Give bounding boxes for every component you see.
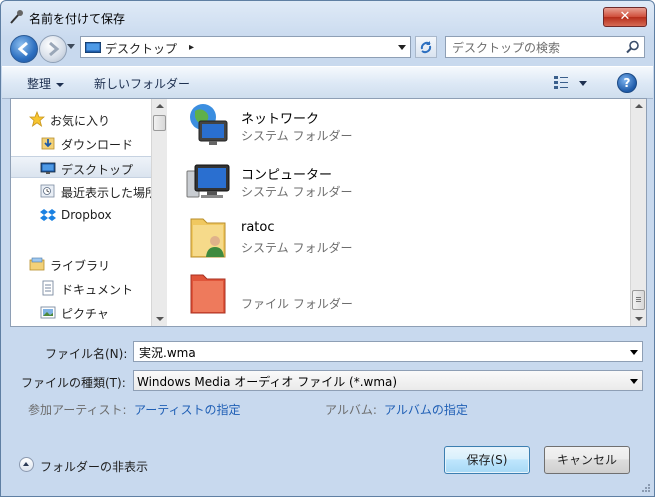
back-arrow-icon — [17, 41, 28, 57]
sidebar-item-label: デスクトップ — [61, 163, 134, 177]
save-as-dialog: 名前を付けて保存 ✕ デスクトップ ▸ デスクトップの検索 整理 新しいフォルダ… — [0, 0, 655, 497]
sidebar-item-desktop[interactable]: デスクトップ — [11, 156, 151, 178]
grip-icon — [636, 297, 641, 298]
computer-icon — [186, 164, 230, 198]
album-label: アルバム: — [325, 403, 377, 417]
browser-pane: お気に入り ダウンロード デスクトップ 最近表示した場所 Dropbox ライブ… — [10, 98, 647, 327]
file-list: ネットワーク システム フォルダー コンピューター システム フォルダー rat… — [169, 99, 631, 326]
new-folder-button[interactable]: 新しいフォルダー — [94, 75, 190, 92]
help-icon: ? — [623, 76, 631, 90]
command-toolbar: 整理 新しいフォルダー ? — [2, 66, 653, 99]
recent-places-icon — [40, 184, 55, 198]
search-box[interactable] — [445, 36, 645, 58]
organize-label: 整理 — [27, 77, 52, 91]
refresh-icon — [420, 41, 432, 54]
scroll-down-icon[interactable] — [635, 317, 643, 321]
scrollbar-thumb[interactable] — [632, 290, 645, 310]
filename-label: ファイル名(N): — [45, 347, 128, 361]
address-bar[interactable]: デスクトップ ▸ — [80, 36, 411, 58]
pictures-icon — [40, 306, 56, 319]
file-name: ネットワーク — [241, 112, 320, 127]
sidebar-item-documents[interactable]: ドキュメント — [11, 277, 151, 299]
red-folder-icon — [190, 274, 226, 314]
sidebar-item-label: 最近表示した場所 — [61, 186, 151, 200]
back-button[interactable] — [10, 35, 38, 63]
library-icon — [29, 257, 45, 271]
file-type: システム フォルダー — [241, 241, 353, 255]
filetype-select[interactable]: Windows Media オーディオ ファイル (*.wma) — [133, 370, 643, 391]
search-input[interactable] — [450, 38, 624, 58]
album-link[interactable]: アルバムの指定 — [384, 401, 468, 418]
navigation-scrollbar[interactable] — [151, 99, 167, 326]
view-options-icon[interactable] — [553, 74, 569, 90]
recent-pages-dropdown[interactable] — [67, 44, 75, 49]
navigation-pane: お気に入り ダウンロード デスクトップ 最近表示した場所 Dropbox ライブ… — [11, 99, 151, 326]
file-name: ratoc — [241, 220, 275, 235]
file-type: システム フォルダー — [241, 129, 353, 143]
window-title: 名前を付けて保存 — [29, 12, 126, 26]
sidebar-item-label: お気に入り — [50, 114, 111, 128]
search-icon[interactable] — [626, 40, 640, 54]
sidebar-item-pictures[interactable]: ピクチャ — [11, 301, 151, 323]
sidebar-item-label: Dropbox — [61, 208, 112, 222]
sidebar-item-label: ピクチャ — [61, 307, 109, 321]
organize-menu[interactable]: 整理 — [27, 75, 65, 92]
sidebar-item-label: ライブラリ — [50, 259, 111, 273]
scroll-down-icon[interactable] — [156, 317, 164, 321]
network-icon — [190, 104, 228, 145]
file-type: ファイル フォルダー — [241, 297, 353, 311]
hide-folders-label: フォルダーの非表示 — [40, 460, 149, 474]
star-icon — [29, 111, 45, 127]
file-item[interactable]: ネットワーク システム フォルダー — [185, 99, 485, 151]
title-bar: 名前を付けて保存 ✕ — [1, 1, 654, 31]
sidebar-item-libraries[interactable]: ライブラリ — [11, 253, 151, 275]
close-icon: ✕ — [619, 9, 631, 24]
desktop-icon — [85, 42, 101, 53]
navigation-bar: デスクトップ ▸ — [1, 33, 654, 63]
filename-combo[interactable] — [133, 341, 643, 362]
sidebar-item-downloads[interactable]: ダウンロード — [11, 132, 151, 154]
file-name: コンピューター — [241, 168, 333, 183]
filetype-label: ファイルの種類(T): — [21, 376, 126, 390]
file-list-scrollbar[interactable] — [630, 99, 646, 326]
address-text: デスクトップ — [105, 42, 178, 56]
filename-input[interactable] — [137, 344, 621, 360]
scrollbar-thumb[interactable] — [153, 115, 166, 131]
sidebar-item-label: ドキュメント — [61, 283, 134, 297]
sidebar-item-dropbox[interactable]: Dropbox — [11, 204, 151, 226]
desktop-icon — [40, 162, 56, 174]
file-type: システム フォルダー — [241, 185, 353, 199]
dropbox-icon — [40, 209, 56, 221]
chevron-down-icon[interactable] — [630, 379, 638, 384]
forward-arrow-icon — [49, 41, 60, 57]
file-item[interactable]: ファイル フォルダー — [185, 267, 485, 319]
filetype-value: Windows Media オーディオ ファイル (*.wma) — [137, 375, 398, 389]
artist-link[interactable]: アーティストの指定 — [134, 401, 241, 418]
close-button[interactable]: ✕ — [603, 7, 647, 27]
scroll-up-icon[interactable] — [635, 104, 643, 108]
resize-grip-icon[interactable] — [641, 483, 651, 493]
microphone-icon — [10, 10, 23, 24]
sidebar-item-recent-places[interactable]: 最近表示した場所 — [11, 180, 151, 202]
save-button[interactable]: 保存(S) — [444, 446, 530, 474]
file-item[interactable]: コンピューター システム フォルダー — [185, 155, 485, 207]
scroll-up-icon[interactable] — [156, 104, 164, 108]
cancel-button[interactable]: キャンセル — [544, 446, 630, 474]
document-icon — [42, 280, 54, 296]
help-button[interactable]: ? — [617, 73, 637, 93]
chevron-down-icon — [56, 82, 65, 87]
forward-button[interactable] — [39, 35, 67, 63]
breadcrumb-chevron-icon[interactable]: ▸ — [189, 42, 194, 53]
chevron-up-icon — [19, 457, 34, 472]
view-options-dropdown[interactable] — [579, 81, 587, 86]
address-dropdown-icon[interactable] — [398, 45, 406, 50]
chevron-down-icon[interactable] — [630, 350, 638, 355]
refresh-button[interactable] — [415, 36, 437, 58]
sidebar-item-label: ダウンロード — [61, 138, 134, 152]
user-folder-icon — [190, 218, 226, 258]
sidebar-item-favorites[interactable]: お気に入り — [11, 108, 151, 130]
download-folder-icon — [41, 137, 55, 150]
artist-label: 参加アーティスト: — [28, 403, 127, 417]
file-item[interactable]: ratoc システム フォルダー — [185, 211, 485, 263]
